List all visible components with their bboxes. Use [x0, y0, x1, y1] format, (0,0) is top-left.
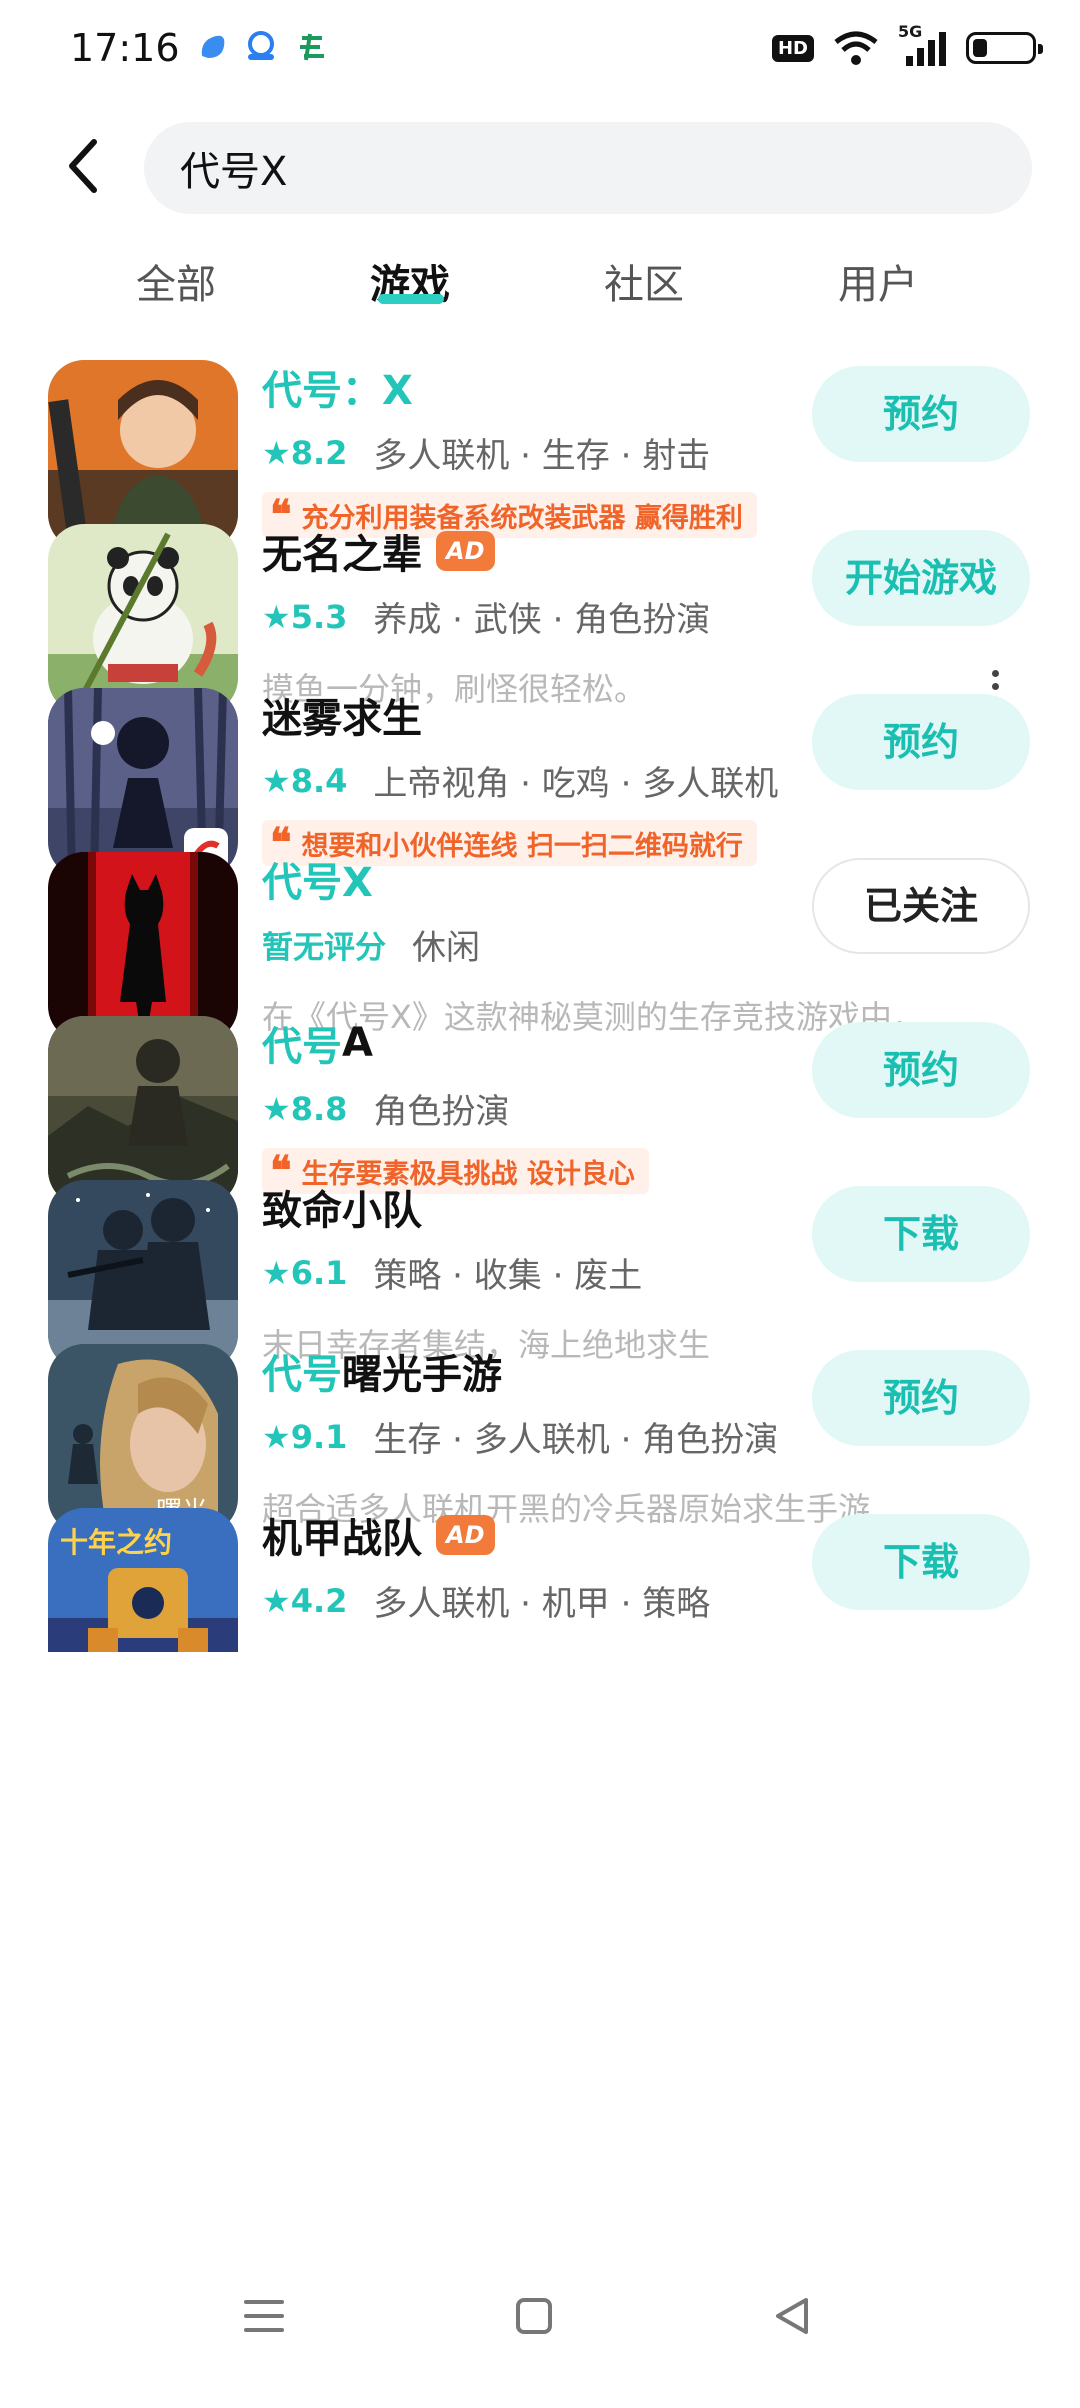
game-tags: 角色扮演	[373, 1092, 510, 1132]
game-title[interactable]: 无名之辈 AD	[262, 522, 495, 580]
game-title-rest: A	[342, 1020, 373, 1066]
game-score: 暂无评分	[262, 930, 386, 966]
game-meta: ★9.1 生存 · 多人联机 · 角色扮演	[262, 1412, 778, 1461]
followed-button[interactable]: 已关注	[812, 858, 1030, 954]
game-tags: 策略 · 收集 · 废土	[373, 1256, 643, 1296]
reserve-button[interactable]: 预约	[812, 366, 1030, 462]
game-tags: 生存 · 多人联机 · 角色扮演	[373, 1420, 779, 1460]
tab-active-indicator	[378, 294, 444, 304]
tab-users[interactable]: 用户	[778, 252, 978, 310]
game-score: ★9.1	[262, 1417, 348, 1456]
game-score: ★8.8	[262, 1089, 348, 1128]
game-title-highlight: 代号	[262, 1352, 342, 1398]
download-button[interactable]: 下载	[812, 1514, 1030, 1610]
cloud-app-icon	[248, 31, 274, 60]
game-icon-mecha[interactable]: 十年之约	[48, 1508, 238, 1652]
icon-logo-text: 十年之约	[60, 1526, 172, 1559]
game-score: ★8.4	[262, 761, 348, 800]
game-meta: ★8.8 角色扮演	[262, 1084, 509, 1133]
signal-icon: 5G	[898, 22, 948, 68]
ad-badge: AD	[436, 531, 495, 571]
back-arrow-icon[interactable]	[58, 136, 114, 196]
game-score: ★8.2	[262, 433, 348, 472]
system-navigation-bar	[0, 2224, 1080, 2408]
search-box[interactable]	[144, 122, 1032, 214]
category-tabs: 全部 游戏 社区 用户	[0, 240, 1080, 320]
blue-app-icon	[201, 35, 225, 58]
game-title-rest: 无名之辈	[262, 532, 422, 578]
game-title[interactable]: 代号：X	[262, 358, 413, 416]
game-score: ★6.1	[262, 1253, 348, 1292]
game-meta: 暂无评分 休闲	[262, 920, 480, 969]
reserve-button[interactable]: 预约	[812, 1350, 1030, 1446]
download-button[interactable]: 下载	[812, 1186, 1030, 1282]
game-tags: 休闲	[412, 928, 480, 968]
green-app-icon	[300, 33, 324, 61]
battery-level	[973, 39, 987, 57]
game-score: ★4.2	[262, 1581, 348, 1620]
tab-all[interactable]: 全部	[76, 252, 276, 310]
game-meta: ★4.2 多人联机 · 机甲 · 策略	[262, 1576, 710, 1625]
game-title[interactable]: 迷雾求生	[262, 686, 422, 744]
game-score: ★5.3	[262, 597, 348, 636]
game-tags: 多人联机 · 生存 · 射击	[373, 436, 711, 476]
game-tags: 上帝视角 · 吃鸡 · 多人联机	[373, 764, 779, 804]
game-meta: ★5.3 养成 · 武侠 · 角色扮演	[262, 592, 710, 641]
game-title-rest: 机甲战队	[262, 1516, 422, 1562]
status-indicators: HD 5G	[771, 22, 1043, 70]
game-title[interactable]: 致命小队	[262, 1178, 422, 1236]
reserve-button[interactable]: 预约	[812, 1022, 1030, 1118]
tab-community[interactable]: 社区	[544, 252, 744, 310]
status-bar: 17:16 HD 5G	[0, 0, 1080, 96]
ad-badge: AD	[436, 1515, 495, 1555]
game-tags: 养成 · 武侠 · 角色扮演	[373, 600, 711, 640]
menu-icon[interactable]	[234, 2286, 294, 2346]
battery-icon	[966, 32, 1043, 64]
wifi-icon	[834, 31, 878, 65]
back-icon[interactable]	[762, 2286, 822, 2346]
reserve-button[interactable]: 预约	[812, 694, 1030, 790]
game-title-rest: 致命小队	[262, 1188, 422, 1234]
status-time: 17:16	[70, 26, 180, 70]
game-title[interactable]: 代号 A	[262, 1014, 373, 1072]
hd-badge: HD	[771, 34, 814, 62]
game-title-rest: 曙光手游	[342, 1352, 502, 1398]
game-meta: ★8.4 上帝视角 · 吃鸡 · 多人联机	[262, 756, 778, 805]
game-title[interactable]: 代号X	[262, 850, 373, 908]
game-title-highlight: 代号X	[262, 860, 373, 906]
game-title-rest: 迷雾求生	[262, 696, 422, 742]
search-input[interactable]	[180, 122, 1000, 214]
game-tags: 多人联机 · 机甲 · 策略	[373, 1584, 711, 1624]
game-meta: ★8.2 多人联机 · 生存 · 射击	[262, 428, 710, 477]
home-icon[interactable]	[504, 2286, 564, 2346]
game-list-item[interactable]: 十年之约 机甲战队 AD ★4.2 多人联机 · 机甲 · 策略 下载	[0, 1488, 1080, 1652]
start-game-button[interactable]: 开始游戏	[812, 530, 1030, 626]
game-title[interactable]: 机甲战队 AD	[262, 1506, 495, 1564]
game-meta: ★6.1 策略 · 收集 · 废土	[262, 1248, 642, 1297]
game-title[interactable]: 代号 曙光手游	[262, 1342, 502, 1400]
game-title-highlight: 代号	[262, 1024, 342, 1070]
game-title-highlight: 代号：X	[262, 368, 413, 414]
